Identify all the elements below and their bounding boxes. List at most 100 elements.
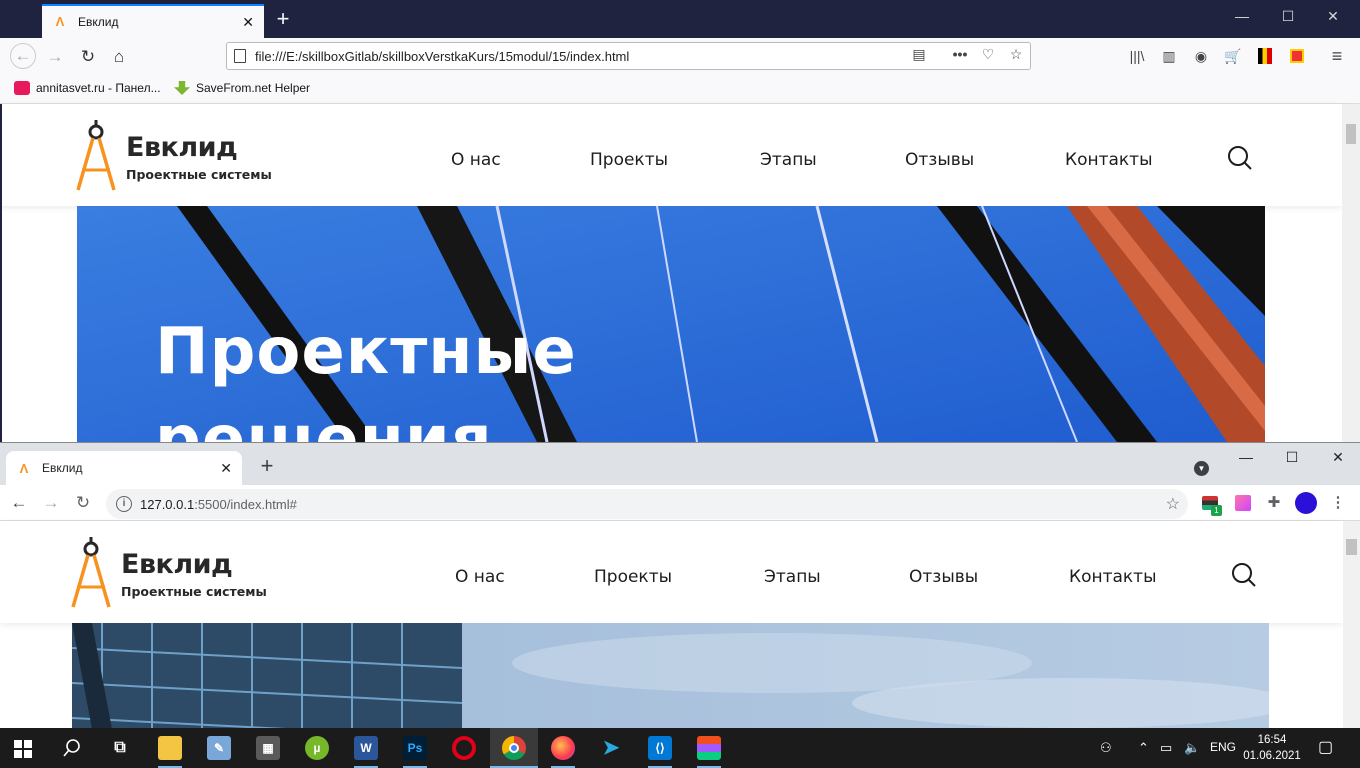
home-icon[interactable]: ⌂ <box>108 46 130 68</box>
logo-subtitle: Проектные системы <box>126 167 272 182</box>
hero-title-line1: Проектные <box>155 315 577 389</box>
chrome-scrollbar[interactable] <box>1343 521 1360 728</box>
chrome-tab-bar: Λ Евклид ✕ + ▼ — ☐ ✕ <box>0 443 1360 485</box>
scrollbar-thumb[interactable] <box>1346 539 1357 555</box>
network-icon[interactable]: ▭ <box>1160 740 1172 756</box>
nav-link-contacts[interactable]: Контакты <box>1065 150 1153 170</box>
photoshop-icon[interactable]: Ps <box>403 736 427 760</box>
minimize-icon[interactable]: — <box>1236 449 1256 465</box>
volume-icon[interactable]: 🔈 <box>1184 740 1200 756</box>
new-tab-button[interactable]: + <box>272 8 294 30</box>
site-info-icon[interactable]: i <box>116 496 132 512</box>
site-logo[interactable]: Евклид Проектные системы <box>76 120 316 192</box>
chrome-tab[interactable]: Λ Евклид ✕ <box>6 451 242 485</box>
bookmark-label: annitasvet.ru - Панел... <box>36 81 161 95</box>
extension-icon[interactable]: 1 <box>1200 493 1222 516</box>
extensions-puzzle-icon[interactable]: ✚ <box>1264 493 1284 513</box>
library-icon[interactable]: |||\ <box>1127 46 1147 66</box>
search-icon[interactable] <box>1231 562 1257 588</box>
cart-extension-icon[interactable]: 🛒 <box>1223 46 1243 66</box>
bookmark-item[interactable]: SaveFrom.net Helper <box>174 81 310 95</box>
logo-name: Евклид <box>121 549 233 580</box>
flag-extension-icon[interactable] <box>1255 46 1275 66</box>
start-windows-icon[interactable] <box>14 740 32 758</box>
nav-link-about[interactable]: О нас <box>455 567 505 587</box>
language-indicator[interactable]: ENG <box>1210 740 1236 754</box>
back-icon[interactable]: ← <box>10 43 36 69</box>
account-icon[interactable]: ◉ <box>1191 46 1211 66</box>
back-icon[interactable]: ← <box>8 492 30 514</box>
firefox-tab[interactable]: Λ Евклид ✕ <box>42 4 264 38</box>
profile-avatar[interactable] <box>1295 492 1317 514</box>
chrome-page-content: Евклид Проектные системы О нас Проекты Э… <box>0 521 1360 728</box>
utorrent-icon[interactable]: µ <box>305 736 329 760</box>
nav-link-contacts[interactable]: Контакты <box>1069 567 1157 587</box>
firefox-icon[interactable] <box>551 736 575 760</box>
nav-link-reviews[interactable]: Отзывы <box>905 150 974 170</box>
forward-icon[interactable]: → <box>40 492 62 514</box>
nav-link-stages[interactable]: Этапы <box>764 567 821 587</box>
clock-date: 01.06.2021 <box>1243 750 1301 762</box>
nav-link-about[interactable]: О нас <box>451 150 501 170</box>
tray-expand-icon[interactable]: ⌃ <box>1138 740 1149 756</box>
search-icon[interactable] <box>1227 145 1253 171</box>
firefox-url-bar[interactable]: file:///E:/skillboxGitlab/skillboxVerstk… <box>226 42 1031 70</box>
minimize-icon[interactable]: — <box>1232 8 1252 24</box>
chrome-address-bar[interactable]: i 127.0.0.1:5500/index.html# ☆ <box>106 489 1188 519</box>
new-tab-button[interactable]: + <box>256 455 278 477</box>
nav-link-projects[interactable]: Проекты <box>594 567 672 587</box>
bookmark-item[interactable]: annitasvet.ru - Панел... <box>14 81 161 95</box>
reader-view-icon[interactable]: ▤ <box>909 46 929 63</box>
color-picker-extension-icon[interactable] <box>1233 493 1253 513</box>
scrollbar-thumb[interactable] <box>1346 124 1356 144</box>
figma-icon[interactable] <box>697 736 721 760</box>
people-icon[interactable]: ⚇ <box>1100 740 1112 756</box>
chrome-menu-icon[interactable]: ⋮ <box>1328 493 1348 513</box>
hero-background-image <box>72 623 1269 728</box>
bird-app-icon[interactable]: ➤ <box>599 736 623 760</box>
paint-icon[interactable]: ✎ <box>207 736 231 760</box>
close-window-icon[interactable]: ✕ <box>1323 8 1343 25</box>
menu-hamburger-icon[interactable]: ≡ <box>1327 46 1347 66</box>
firefox-scrollbar[interactable] <box>1342 104 1360 442</box>
nav-link-stages[interactable]: Этапы <box>760 150 817 170</box>
site-header: Евклид Проектные системы О нас Проекты Э… <box>0 104 1342 206</box>
compass-logo-icon <box>71 537 111 608</box>
bookmark-star-icon[interactable]: ☆ <box>1006 46 1026 63</box>
word-icon[interactable]: W <box>354 736 378 760</box>
opera-icon[interactable] <box>452 736 476 760</box>
chrome-icon[interactable] <box>502 736 526 760</box>
bookmark-favicon-icon <box>14 81 30 95</box>
site-header: Евклид Проектные системы О нас Проекты Э… <box>0 521 1343 623</box>
url-path: :5500/index.html# <box>194 497 297 512</box>
maximize-icon[interactable]: ☐ <box>1282 449 1302 466</box>
site-logo[interactable]: Евклид Проектные системы <box>71 537 311 609</box>
close-tab-icon[interactable]: ✕ <box>220 460 232 477</box>
nav-link-reviews[interactable]: Отзывы <box>909 567 978 587</box>
forward-icon[interactable]: → <box>44 46 66 68</box>
close-window-icon[interactable]: ✕ <box>1328 449 1348 466</box>
reload-icon[interactable]: ↻ <box>77 46 99 68</box>
hero-section: Проектные решения <box>77 206 1265 442</box>
taskbar-search-icon[interactable] <box>62 738 82 758</box>
page-actions-icon[interactable]: ••• <box>950 46 970 62</box>
firefox-url-text[interactable]: file:///E:/skillboxGitlab/skillboxVerstk… <box>255 49 629 64</box>
notifications-icon[interactable]: ▢ <box>1318 737 1333 757</box>
nav-link-projects[interactable]: Проекты <box>590 150 668 170</box>
translate-extension-icon[interactable] <box>1287 46 1307 66</box>
pocket-icon[interactable]: ♡ <box>978 46 998 63</box>
bookmark-star-icon[interactable]: ☆ <box>1166 494 1180 514</box>
logo-subtitle: Проектные системы <box>121 584 267 599</box>
calculator-icon[interactable]: ▦ <box>256 736 280 760</box>
vscode-icon[interactable]: ⟨⟩ <box>648 736 672 760</box>
task-view-icon[interactable]: ⧉ <box>108 736 132 760</box>
chrome-url-text[interactable]: 127.0.0.1:5500/index.html# <box>140 497 297 512</box>
close-tab-icon[interactable]: ✕ <box>242 14 254 31</box>
system-clock[interactable]: 16:54 01.06.2021 <box>1240 732 1304 764</box>
file-explorer-icon[interactable] <box>158 736 182 760</box>
maximize-icon[interactable]: ☐ <box>1278 8 1298 25</box>
sidebar-icon[interactable]: ▥ <box>1159 46 1179 66</box>
compass-logo-icon <box>76 120 116 191</box>
tab-search-icon[interactable]: ▼ <box>1194 461 1209 476</box>
reload-icon[interactable]: ↻ <box>72 492 94 514</box>
